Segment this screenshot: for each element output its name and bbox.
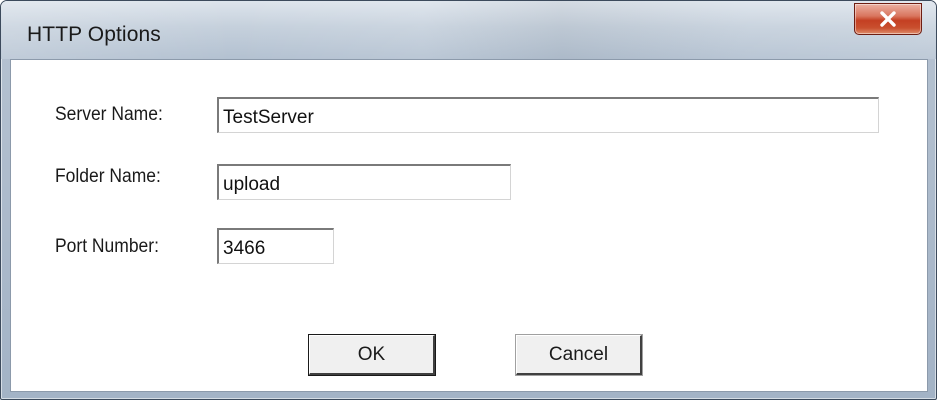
dialog-window: HTTP Options Server Name: Folder Name: P… xyxy=(0,0,937,400)
window-title: HTTP Options xyxy=(27,23,161,46)
title-bar[interactable]: HTTP Options xyxy=(1,1,936,59)
server-name-input[interactable] xyxy=(217,97,879,133)
port-number-input[interactable] xyxy=(217,228,334,264)
cancel-button[interactable]: Cancel xyxy=(516,335,642,375)
folder-name-label: Folder Name: xyxy=(55,166,161,187)
ok-button[interactable]: OK xyxy=(309,335,435,375)
dialog-client-area: Server Name: Folder Name: Port Number: O… xyxy=(10,59,928,392)
close-button[interactable] xyxy=(854,3,922,35)
port-number-label: Port Number: xyxy=(55,236,159,257)
folder-name-input[interactable] xyxy=(217,164,511,200)
server-name-label: Server Name: xyxy=(55,104,163,125)
close-icon xyxy=(880,11,896,27)
